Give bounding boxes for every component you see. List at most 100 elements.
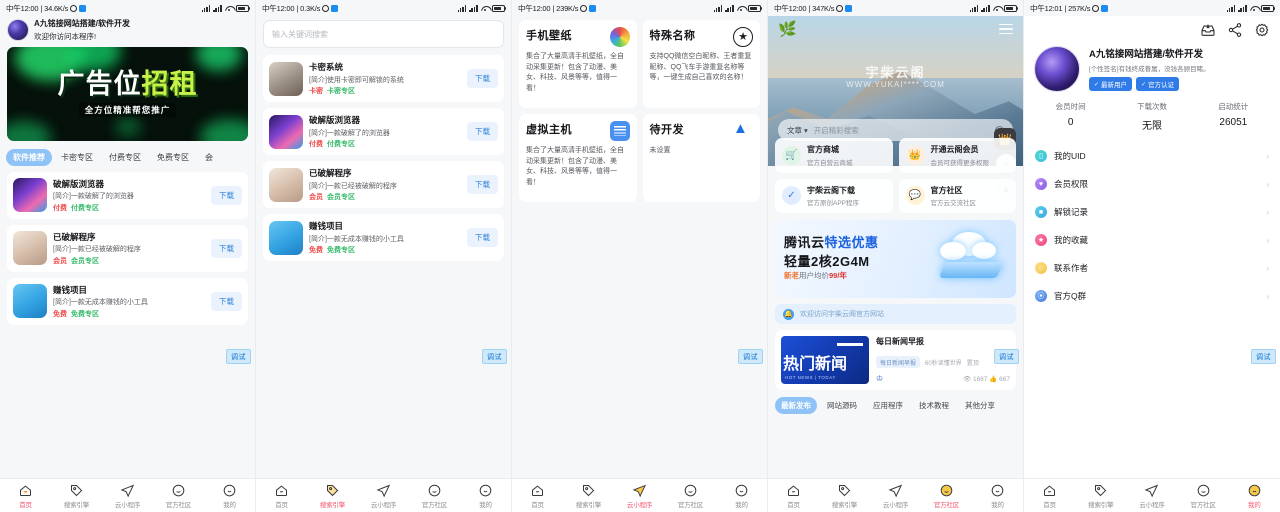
list-item-meta: 已破解程序 [简介]一款已经被破解的程序 会员 会员专区 — [309, 167, 461, 202]
debug-button[interactable]: 调试 — [738, 349, 763, 364]
debug-button[interactable]: 调试 — [994, 349, 1019, 364]
download-button[interactable]: 下载 — [211, 238, 242, 258]
nav-item-home[interactable]: 首页 — [4, 483, 48, 509]
quick-link-community[interactable]: 💬 官方社区 官方云交流社区 — [898, 178, 1016, 213]
inbox-icon[interactable] — [1200, 22, 1216, 38]
menu-label: 联系作者 — [1054, 263, 1089, 273]
miniapp-card-special-name[interactable]: 特殊名称 ★ 支持QQ微信空白昵称、王者重复昵称、QQ飞车手游重复名称等等，一键… — [642, 20, 760, 108]
search-input[interactable]: 输入关键词搜索 — [263, 20, 504, 48]
nav-item-home[interactable]: 首页 — [260, 483, 304, 509]
nav-item-search-engine[interactable]: 搜索引擎 — [823, 483, 867, 509]
quick-link-vip[interactable]: 👑 开通云阁会员 会员可获得更多权限 — [898, 138, 1016, 173]
nav-item-profile[interactable]: 我的 — [1232, 483, 1276, 509]
download-button[interactable]: 下载 — [467, 175, 498, 194]
tab-paid-zone[interactable]: 付费专区 — [102, 149, 148, 166]
download-button[interactable]: 下载 — [467, 228, 498, 247]
notification-badge-icon — [331, 4, 339, 12]
ad-banner[interactable]: 广告位招租 全方位精准帮您推广 — [7, 46, 248, 141]
nav-item-community[interactable]: 官方社区 — [1181, 483, 1225, 509]
signal-icon-1 — [457, 4, 467, 12]
paperplane-icon — [632, 484, 647, 497]
download-button[interactable]: 下载 — [211, 185, 242, 205]
nav-item-cloud-miniapp[interactable]: 云小程序 — [874, 483, 918, 509]
nav-item-profile[interactable]: 我的 — [464, 483, 508, 509]
ad-tencent-cloud[interactable]: 腾讯云特选优惠 轻量2核2G4M 新老用户均价99/年 — [775, 220, 1016, 298]
gear-icon[interactable] — [1254, 22, 1270, 38]
list-item[interactable]: 破解版浏览器 [简介]一款破解了的浏览器 付费 付费专区 下载 — [263, 108, 504, 155]
nav-item-community[interactable]: 官方社区 — [413, 483, 457, 509]
avatar[interactable] — [1034, 46, 1080, 92]
list-item[interactable]: 赚钱项目 [简介]一款无成本赚钱的小工具 免费 免费专区 下载 — [263, 214, 504, 261]
miniapp-card-todo[interactable]: 待开发 ▲ 未设置 — [642, 114, 760, 202]
quick-link-title: 官方社区 — [930, 185, 963, 195]
download-button[interactable]: 下载 — [467, 122, 498, 141]
card-desc: 集合了大量高清手机壁纸，全自动采集更新！包含了动漫、美女、科技、风景等等，值得一… — [526, 53, 624, 92]
filter-other[interactable]: 其他分享 — [959, 397, 1001, 414]
search-scope-select[interactable]: 文章 ▾ — [787, 125, 808, 136]
quick-link-shop[interactable]: 🛒 官方商城 官方自营云商城 — [775, 138, 893, 173]
list-item[interactable]: 已破解程序 [简介]一款已经被破解的程序 会员 会员专区 下载 — [263, 161, 504, 208]
home-icon — [788, 484, 799, 496]
filter-tutorials[interactable]: 技术教程 — [913, 397, 955, 414]
paperplane-icon — [1145, 484, 1159, 497]
tab-software-recommend[interactable]: 软件推荐 — [6, 148, 52, 166]
quick-link-download[interactable]: ✓ 宇柴云阁下载 官方原创APP程序 — [775, 178, 893, 213]
nav-item-community[interactable]: 官方社区 — [157, 483, 201, 509]
stat-value: 无限 — [1141, 121, 1162, 132]
list-item[interactable]: 已破解程序 [简介]一款已经被破解的程序 会员 会员专区 下载 — [7, 224, 248, 272]
nav-item-search-engine[interactable]: 搜索引擎 — [55, 483, 99, 509]
debug-button[interactable]: 调试 — [226, 349, 251, 364]
menu-item-favorites[interactable]: ★ 我的收藏 › — [1024, 226, 1280, 254]
filter-apps[interactable]: 应用程序 — [867, 397, 909, 414]
debug-button[interactable]: 调试 — [482, 349, 507, 364]
tab-card-zone[interactable]: 卡密专区 — [54, 149, 100, 166]
menu-item-unlock-history[interactable]: ■ 解锁记录 › — [1024, 198, 1280, 226]
miniapp-card-wallpaper[interactable]: 手机壁纸 集合了大量高清手机壁纸，全自动采集更新！包含了动漫、美女、科技、风景等… — [519, 20, 637, 108]
download-button[interactable]: 下载 — [211, 291, 242, 311]
banner-text: 广告位招租 全方位精准帮您推广 — [7, 47, 248, 141]
tab-free-zone[interactable]: 免费专区 — [150, 149, 196, 166]
nav-item-community[interactable]: 官方社区 — [925, 483, 969, 509]
nav-item-home[interactable]: 首页 — [1028, 483, 1072, 509]
menu-item-member-rights[interactable]: ♥ 会员权限 › — [1024, 170, 1280, 198]
avatar[interactable] — [7, 18, 29, 41]
wifi-icon — [481, 5, 490, 12]
nav-item-home[interactable]: 首页 — [772, 483, 816, 509]
menu-item-official-qq-group[interactable]: ⦿ 官方Q群 › — [1024, 282, 1280, 310]
filter-latest[interactable]: 最新发布 — [775, 397, 817, 414]
nav-item-profile[interactable]: 我的 — [976, 483, 1020, 509]
debug-button[interactable]: 调试 — [1251, 349, 1276, 364]
app-header-text: A九铭接网站搭建/软件开发 欢迎你访问本程序! — [34, 18, 130, 42]
list-item[interactable]: 赚钱项目 [简介]一款无成本赚钱的小工具 免费 免费专区 下载 — [7, 277, 248, 325]
notification-badge-icon — [79, 4, 87, 12]
filter-source-code[interactable]: 网站源码 — [821, 397, 863, 414]
list-item[interactable]: 卡密系统 [简介]使用卡密即可解锁的系统 卡密 卡密专区 下载 — [263, 55, 504, 102]
nav-item-search-engine[interactable]: 搜索引擎 — [311, 483, 355, 509]
nav-item-cloud-miniapp[interactable]: 云小程序 — [618, 483, 662, 509]
nav-item-search-engine[interactable]: 搜索引擎 — [567, 483, 611, 509]
tab-member-zone[interactable]: 会 — [198, 149, 220, 166]
nav-item-cloud-miniapp[interactable]: 云小程序 — [362, 483, 406, 509]
news-item[interactable]: 热门新闻 HOT NEWS | TODAY 每日新闻早报 每日新闻早报 60秒读… — [775, 330, 1016, 390]
panel-home: 中午12:00 | 34.6K/s A九铭接网站搭建/软件开发 欢迎你访问本程序… — [0, 0, 256, 512]
share-icon[interactable] — [1227, 22, 1243, 38]
hamburger-icon[interactable] — [999, 24, 1013, 37]
nav-item-cloud-miniapp[interactable]: 云小程序 — [1130, 483, 1174, 509]
menu-label: 解锁记录 — [1054, 207, 1089, 217]
app-thumbnail — [269, 114, 303, 149]
nav-item-profile[interactable]: 我的 — [720, 483, 764, 509]
download-button[interactable]: 下载 — [467, 69, 498, 88]
list-item[interactable]: 破解版浏览器 [简介]一款破解了的浏览器 付费 付费专区 下载 — [7, 171, 248, 219]
nav-label: 官方社区 — [165, 501, 192, 509]
menu-item-contact-author[interactable]: ○ 联系作者 › — [1024, 254, 1280, 282]
screenshot-strip: 中午12:00 | 34.6K/s A九铭接网站搭建/软件开发 欢迎你访问本程序… — [0, 0, 1280, 512]
nav-item-search-engine[interactable]: 搜索引擎 — [1079, 483, 1123, 509]
miniapp-card-virtual-host[interactable]: 虚拟主机 集合了大量高清手机壁纸，全自动采集更新！包含了动漫、美女、科技、风景等… — [519, 114, 637, 202]
nav-item-home[interactable]: 首页 — [516, 483, 560, 509]
notice-bar[interactable]: 🔔 欢迎访问宇柴云阁官方网站 — [775, 304, 1016, 324]
menu-item-my-uid[interactable]: ▯ 我的UID › — [1024, 142, 1280, 170]
nav-item-cloud-miniapp[interactable]: 云小程序 — [106, 483, 150, 509]
nav-item-profile[interactable]: 我的 — [208, 483, 252, 509]
quick-links: 🛒 官方商城 官方自营云商城 👑 开通云阁会员 会员可获得更多权限 ✓ 宇柴云阁… — [775, 138, 1016, 213]
nav-item-community[interactable]: 官方社区 — [669, 483, 713, 509]
